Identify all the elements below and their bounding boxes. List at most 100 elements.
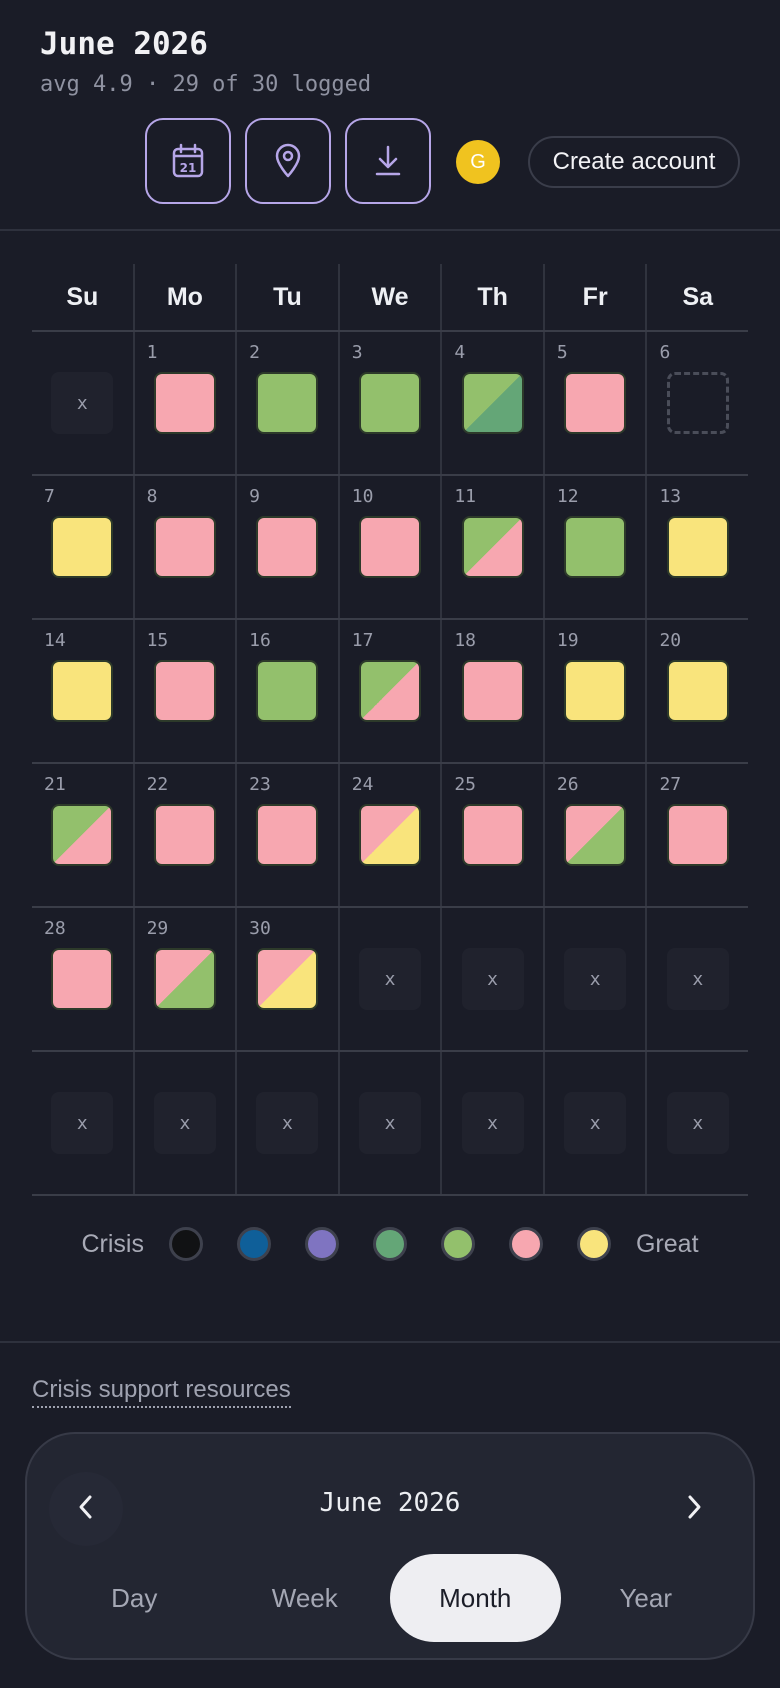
- chevron-right-icon: [684, 1494, 704, 1525]
- weekday-label: Th: [442, 264, 545, 330]
- day-cell[interactable]: 4: [442, 332, 545, 474]
- empty-day-cell: x: [442, 908, 545, 1050]
- day-number: 25: [454, 774, 476, 795]
- day-number: 16: [249, 630, 271, 651]
- day-cell[interactable]: 15: [135, 620, 238, 762]
- weekday-header: Su Mo Tu We Th Fr Sa: [32, 264, 748, 332]
- mood-swatch: [461, 804, 524, 866]
- day-cell[interactable]: 18: [442, 620, 545, 762]
- mood-swatch: [666, 660, 729, 722]
- empty-marker: x: [359, 948, 422, 1010]
- legend-dot-lime: [440, 1227, 475, 1261]
- empty-day-cell: x: [545, 908, 648, 1050]
- day-number: 11: [454, 486, 476, 507]
- day-number: 18: [454, 630, 476, 651]
- day-cell[interactable]: 20: [647, 620, 748, 762]
- day-cell[interactable]: 5: [545, 332, 648, 474]
- crisis-support-link[interactable]: Crisis support resources: [32, 1376, 291, 1408]
- day-number: 30: [249, 918, 271, 939]
- empty-day-cell: x: [135, 1052, 238, 1194]
- weekday-label: Tu: [237, 264, 340, 330]
- day-cell[interactable]: 28: [32, 908, 135, 1050]
- unlogged-day-marker: [666, 372, 729, 434]
- mood-swatch: [359, 516, 422, 578]
- tab-month[interactable]: Month: [390, 1554, 561, 1642]
- day-number: 27: [659, 774, 682, 795]
- day-cell[interactable]: 7: [32, 476, 135, 618]
- week-row: 7 8 9 10 11 12 13: [32, 476, 748, 620]
- day-cell[interactable]: 25: [442, 764, 545, 906]
- avatar[interactable]: G: [456, 140, 500, 184]
- day-cell[interactable]: 16: [237, 620, 340, 762]
- week-row: xxxxxxx: [32, 1052, 748, 1196]
- empty-day-cell: x: [340, 908, 443, 1050]
- day-cell[interactable]: 6: [647, 332, 748, 474]
- day-cell[interactable]: 30: [237, 908, 340, 1050]
- empty-marker: x: [51, 372, 114, 434]
- mood-swatch: [51, 948, 114, 1010]
- day-number: 19: [556, 630, 579, 651]
- legend-dot-blue: [236, 1227, 271, 1261]
- day-cell[interactable]: 21: [32, 764, 135, 906]
- day-number: 1: [146, 342, 158, 363]
- empty-day-cell: x: [442, 1052, 545, 1194]
- mood-swatch: [256, 948, 319, 1010]
- mood-swatch: [461, 660, 524, 722]
- day-cell[interactable]: 3: [340, 332, 443, 474]
- tab-year[interactable]: Year: [561, 1554, 732, 1642]
- week-row: 14 15 16 17 18 19 20: [32, 620, 748, 764]
- empty-marker: x: [359, 1092, 422, 1154]
- mood-swatch: [666, 516, 729, 578]
- day-cell[interactable]: 9: [237, 476, 340, 618]
- weekday-label: We: [340, 264, 443, 330]
- day-cell[interactable]: 8: [135, 476, 238, 618]
- location-button[interactable]: [245, 118, 331, 204]
- day-cell[interactable]: 24: [340, 764, 443, 906]
- export-button[interactable]: [345, 118, 431, 204]
- empty-marker: x: [564, 948, 627, 1010]
- empty-marker: x: [564, 1092, 627, 1154]
- mood-swatch: [564, 372, 627, 434]
- day-cell[interactable]: 17: [340, 620, 443, 762]
- day-cell[interactable]: 10: [340, 476, 443, 618]
- empty-marker: x: [461, 948, 524, 1010]
- empty-day-cell: x: [647, 1052, 748, 1194]
- day-number: 6: [659, 342, 671, 363]
- day-cell[interactable]: 2: [237, 332, 340, 474]
- empty-marker: x: [256, 1092, 319, 1154]
- mood-swatch: [153, 660, 216, 722]
- day-cell[interactable]: 12: [545, 476, 648, 618]
- day-cell[interactable]: 29: [135, 908, 238, 1050]
- tab-week[interactable]: Week: [220, 1554, 391, 1642]
- day-cell[interactable]: 22: [135, 764, 238, 906]
- day-number: 4: [454, 342, 466, 363]
- tab-day[interactable]: Day: [49, 1554, 220, 1642]
- day-cell[interactable]: 19: [545, 620, 648, 762]
- next-period-button[interactable]: [657, 1472, 731, 1546]
- day-cell[interactable]: 11: [442, 476, 545, 618]
- empty-day-cell: x: [340, 1052, 443, 1194]
- create-account-button[interactable]: Create account: [528, 136, 740, 188]
- legend-high-label: Great: [635, 1229, 699, 1258]
- day-cell[interactable]: 27: [647, 764, 748, 906]
- mood-swatch: [666, 804, 729, 866]
- empty-marker: x: [461, 1092, 524, 1154]
- day-cell[interactable]: 26: [545, 764, 648, 906]
- mood-swatch: [461, 516, 524, 578]
- day-number: 21: [44, 774, 66, 795]
- map-pin-icon: [273, 143, 303, 179]
- mood-swatch: [51, 804, 114, 866]
- mood-swatch: [564, 660, 627, 722]
- day-cell[interactable]: 1: [135, 332, 238, 474]
- mood-legend: Crisis Great: [0, 1222, 780, 1266]
- legend-dot-green: [372, 1227, 407, 1261]
- day-number: 29: [146, 918, 169, 939]
- mood-swatch: [51, 516, 114, 578]
- day-number: 23: [249, 774, 271, 795]
- day-number: 12: [556, 486, 579, 507]
- calendar-button[interactable]: 21: [145, 118, 231, 204]
- day-cell[interactable]: 23: [237, 764, 340, 906]
- day-cell[interactable]: 13: [647, 476, 748, 618]
- empty-marker: x: [51, 1092, 114, 1154]
- day-cell[interactable]: 14: [32, 620, 135, 762]
